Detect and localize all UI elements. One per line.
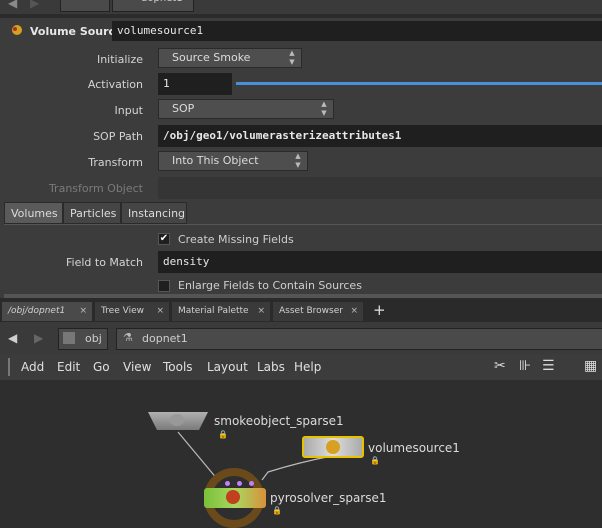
volumesource-node[interactable]: [302, 436, 364, 458]
tab-instancing-label: Instancing: [128, 207, 186, 220]
obj-crumb[interactable]: obj: [58, 328, 108, 350]
tree-icon[interactable]: ⊪: [519, 358, 531, 374]
menu-edit[interactable]: Edit: [57, 360, 80, 374]
parameter-area: Initialize Source Smoke ▲ ▼ Activation 1 …: [0, 44, 602, 298]
pyrosolver-node[interactable]: [204, 488, 266, 508]
back-arrow-icon[interactable]: ◀: [8, 0, 17, 10]
network-wires: [177, 431, 333, 528]
tab-particles-label: Particles: [70, 207, 117, 220]
forward-arrow-icon[interactable]: ▶: [30, 0, 39, 10]
transform-object-field: [158, 177, 602, 199]
node-type-label: Volume Source: [30, 25, 123, 38]
close-icon[interactable]: ×: [350, 302, 358, 321]
menu-help[interactable]: Help: [294, 360, 321, 374]
lock-icon: 🔒: [370, 456, 380, 465]
tab-instancing[interactable]: Instancing: [121, 202, 187, 224]
activation-label: Activation: [87, 78, 143, 91]
tools-icon[interactable]: ✂: [494, 358, 506, 374]
add-tab-icon[interactable]: +: [373, 301, 386, 319]
menu-add[interactable]: Add: [21, 360, 44, 374]
network-path-bar: ◀ ▶ obj ⚗ dopnet1: [0, 322, 602, 354]
dop-icon: ⚗: [123, 331, 133, 344]
menu-tools[interactable]: Tools: [163, 360, 193, 374]
close-icon[interactable]: ×: [156, 302, 164, 321]
param-scrollbar[interactable]: [4, 294, 602, 298]
list-icon[interactable]: ☰: [542, 358, 555, 374]
network-view[interactable]: smokeobject_sparse1 🔒 volumesource1 🔒 py…: [0, 380, 602, 528]
initialize-menu[interactable]: Source Smoke ▲ ▼: [158, 48, 302, 68]
create-missing-checkbox[interactable]: ✔: [158, 233, 170, 245]
close-icon[interactable]: ×: [257, 302, 265, 321]
lock-icon: 🔒: [218, 430, 228, 439]
sop-path-field[interactable]: /obj/geo1/volumerasterizeattributes1: [158, 125, 602, 147]
menu-labs[interactable]: Labs: [257, 360, 285, 374]
tab-divider: [4, 224, 602, 225]
obj-crumb[interactable]: [60, 0, 110, 12]
tab-volumes-label: Volumes: [11, 207, 58, 220]
volume-source-icon: [10, 23, 24, 40]
parameter-header: Volume Source volumesource1: [0, 18, 602, 44]
pane-tab-tree-view-label: Tree View: [101, 306, 144, 316]
enlarge-checkbox[interactable]: [158, 280, 170, 292]
pyrosolver-label: pyrosolver_sparse1: [270, 491, 387, 505]
enlarge-label: Enlarge Fields to Contain Sources: [178, 279, 362, 292]
network-menu-bar: Add Edit Go View Tools Layout Labs Help …: [0, 354, 602, 380]
initialize-value: Source Smoke: [172, 51, 251, 64]
smokeobject-label: smokeobject_sparse1: [214, 414, 344, 428]
pane-tab-asset-browser-label: Asset Browser: [279, 306, 343, 316]
pane-tab-network-label: /obj/dopnet1: [8, 306, 66, 316]
menu-arrows-icon: ▲ ▼: [295, 152, 301, 169]
transform-menu[interactable]: Into This Object ▲ ▼: [158, 151, 308, 171]
back-arrow-icon[interactable]: ◀: [8, 331, 17, 345]
dopnet-crumb-label: dopnet1: [142, 332, 188, 345]
input-menu[interactable]: SOP ▲ ▼: [158, 99, 334, 119]
menu-arrows-icon: ▲ ▼: [321, 100, 327, 117]
transform-value: Into This Object: [172, 154, 259, 167]
obj-crumb-label: obj: [85, 332, 102, 345]
activation-slider[interactable]: [236, 82, 602, 85]
input-port[interactable]: [249, 481, 254, 486]
tab-volumes[interactable]: Volumes: [4, 202, 63, 224]
menu-layout[interactable]: Layout: [207, 360, 248, 374]
dopnet-crumb[interactable]: dopnet1: [112, 0, 194, 12]
grid-icon[interactable]: ▦: [584, 358, 597, 374]
folder-icon: [63, 332, 75, 344]
activation-field[interactable]: 1: [158, 73, 232, 95]
initialize-label: Initialize: [96, 53, 143, 66]
pane-tab-asset-browser[interactable]: Asset Browser ×: [273, 302, 363, 321]
lock-icon: 🔒: [272, 506, 282, 515]
pane-tab-network[interactable]: /obj/dopnet1 ×: [2, 302, 92, 321]
menu-grip: [8, 358, 10, 376]
transform-label: Transform: [88, 156, 143, 169]
input-label: Input: [114, 104, 143, 117]
pane-tab-material-palette[interactable]: Material Palette ×: [172, 302, 270, 321]
tab-particles[interactable]: Particles: [63, 202, 121, 224]
field-to-match-label: Field to Match: [66, 256, 143, 269]
transform-object-label: Transform Object: [48, 182, 143, 195]
menu-arrows-icon: ▲ ▼: [289, 49, 295, 66]
menu-go[interactable]: Go: [93, 360, 110, 374]
pyro-icon: [226, 490, 240, 504]
field-to-match-field[interactable]: density: [158, 251, 602, 273]
close-icon[interactable]: ×: [79, 302, 87, 321]
pane-tab-tree-view[interactable]: Tree View ×: [95, 302, 169, 321]
forward-arrow-icon[interactable]: ▶: [34, 331, 43, 345]
volume-source-icon: [326, 440, 340, 454]
top-path-bar: ◀ ▶ dopnet1: [0, 0, 602, 14]
smoke-icon: [170, 414, 184, 426]
node-name-field[interactable]: volumesource1: [112, 21, 602, 41]
input-port[interactable]: [237, 481, 242, 486]
input-port[interactable]: [225, 481, 230, 486]
menu-view[interactable]: View: [123, 360, 151, 374]
dopnet-crumb-label: dopnet1: [141, 0, 183, 4]
volumesource-label: volumesource1: [368, 441, 460, 455]
input-value: SOP: [172, 102, 195, 115]
dopnet-crumb[interactable]: ⚗ dopnet1: [116, 328, 602, 350]
create-missing-label: Create Missing Fields: [178, 233, 294, 246]
sop-path-label: SOP Path: [93, 130, 143, 143]
pane-tab-material-palette-label: Material Palette: [178, 306, 249, 316]
pane-tab-bar: /obj/dopnet1 × Tree View × Material Palett…: [0, 300, 602, 322]
